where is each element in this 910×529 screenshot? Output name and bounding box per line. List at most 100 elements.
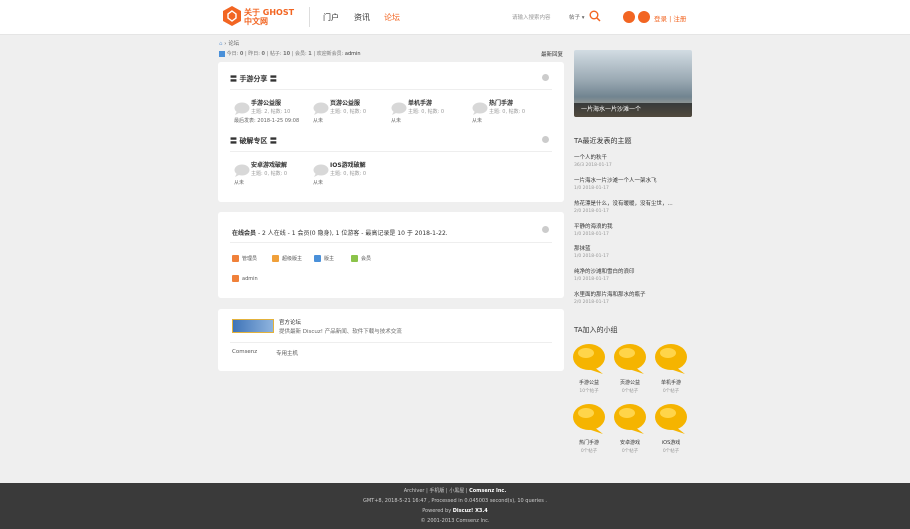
search-scope-select[interactable]: 帖子 ▾ <box>569 13 585 21</box>
search-icon[interactable] <box>589 10 601 22</box>
recent-thread[interactable]: 一片海水一片沙滩一个人一架水飞 1/0 2018-01-17 <box>574 176 694 191</box>
forum-name[interactable]: 热门手游 <box>489 98 513 107</box>
group-item[interactable]: iOS游戏 0个帖子 <box>653 403 689 454</box>
forum-item[interactable]: 页游公益服 主题: 0, 帖数: 0 从未 <box>313 98 393 128</box>
discuz-banner-logo[interactable] <box>232 319 274 333</box>
online-user-name[interactable]: admin <box>242 276 258 282</box>
recent-thread[interactable]: 纯净的沙滩和雪白的浪印 1/0 2018-01-17 <box>574 267 694 282</box>
legend-admin-label: 管理员 <box>242 256 258 262</box>
forum-stat: 主题: 0, 帖数: 0 <box>489 109 526 115</box>
home-icon[interactable]: ⌂ <box>219 41 223 47</box>
group-item[interactable]: 单机手游 0个帖子 <box>653 343 689 394</box>
group-name[interactable]: iOS游戏 <box>653 439 689 446</box>
forum-item[interactable]: 手游公益服 主题: 2, 帖数: 10 最后发表: 2018-1-25 09:0… <box>234 98 314 128</box>
forum-item[interactable]: 热门手游 主题: 0, 帖数: 0 从未 <box>472 98 552 128</box>
featured-link-desc: 提供最新 Discuz! 产品新闻、软件下载与技术交流 <box>279 329 402 335</box>
recent-thread[interactable]: 那抹蓝 1/0 2018-01-17 <box>574 244 694 259</box>
thread-meta: 1/0 2018-01-17 <box>574 232 609 237</box>
group-name[interactable]: 手游公益 <box>571 379 607 386</box>
category-title-text: 手游分享 <box>239 75 268 83</box>
group-name[interactable]: 页游公益 <box>612 379 648 386</box>
forum-stat: 主题: 0, 帖数: 0 <box>251 171 288 177</box>
search-input[interactable]: 请输入搜索内容 <box>512 13 551 21</box>
member-role-icon <box>351 255 358 262</box>
group-item[interactable]: 热门手游 0个帖子 <box>571 403 607 454</box>
forum-last-post[interactable]: 最后发表: 2018-1-25 09:08 <box>234 117 299 124</box>
thread-title[interactable]: 纯净的沙滩和雪白的浪印 <box>574 267 694 275</box>
forum-name[interactable]: 单机手游 <box>408 98 432 107</box>
thread-title[interactable]: 水里面的那片海和那水的瓶子 <box>574 290 694 298</box>
group-bubble-icon <box>573 344 605 374</box>
collapse-toggle-icon[interactable] <box>542 74 549 81</box>
thread-title[interactable]: 平静的海浪的我 <box>574 222 694 230</box>
forum-name[interactable]: 页游公益服 <box>330 98 360 107</box>
collapse-toggle-icon[interactable] <box>542 226 549 233</box>
legend-admin: 管理员 <box>232 255 257 262</box>
forum-item[interactable]: 单机手游 主题: 0, 帖数: 0 从未 <box>391 98 471 128</box>
collapse-toggle-icon[interactable] <box>542 136 549 143</box>
stat-posts-label: 帖子: <box>269 51 282 57</box>
group-bubble-icon <box>614 344 646 374</box>
recent-thread[interactable]: 热花漂是什么，没有暖暖，没有尘世，... 2/0 2018-01-17 <box>574 199 694 214</box>
forum-bubble-icon <box>472 102 488 115</box>
group-count: 0个帖子 <box>580 449 598 454</box>
newest-member-link[interactable]: admin <box>345 51 361 57</box>
thread-title[interactable]: 一个人的秋千 <box>574 153 694 161</box>
latest-reply-link[interactable]: 最新回复 <box>541 50 563 58</box>
powered-link[interactable]: Discuz! X3.4 <box>453 508 488 514</box>
recent-thread[interactable]: 水里面的那片海和那水的瓶子 2/0 2018-01-17 <box>574 290 694 305</box>
text-link-hosting[interactable]: 专用主机 <box>276 349 298 357</box>
thread-title[interactable]: 那抹蓝 <box>574 244 694 252</box>
category-title[interactable]: 〓 破解专区 〓 <box>230 136 277 146</box>
thread-title[interactable]: 热花漂是什么，没有暖暖，没有尘世，... <box>574 199 694 207</box>
header-divider <box>309 7 310 27</box>
hexagon-logo-icon[interactable] <box>223 6 241 26</box>
footer-nav-links[interactable]: Archiver | 手机版 | 小黑屋 | <box>404 488 468 494</box>
thread-meta: 1/0 2018-01-17 <box>574 277 609 282</box>
group-name[interactable]: 热门手游 <box>571 439 607 446</box>
online-user[interactable]: admin <box>232 275 258 282</box>
login-link[interactable]: 登录 <box>654 15 667 23</box>
featured-link-title[interactable]: 官方论坛 <box>279 318 301 326</box>
forum-item[interactable]: IOS游戏破解 主题: 0, 帖数: 0 从未 <box>313 160 393 190</box>
online-summary: 在线会员 - 2 人在线 - 1 会员(0 隐身), 1 位游客 - 最高记录是… <box>232 228 448 237</box>
group-name[interactable]: 单机手游 <box>653 379 689 386</box>
group-name[interactable]: 安卓游戏 <box>612 439 648 446</box>
thread-meta: 1/0 2018-01-17 <box>574 254 609 259</box>
recent-thread[interactable]: 一个人的秋千 36/3 2018-01-17 <box>574 153 694 168</box>
group-item[interactable]: 手游公益 10个帖子 <box>571 343 607 394</box>
thread-meta: 2/0 2018-01-17 <box>574 300 609 305</box>
photo-caption[interactable]: 一片海水一片沙滩一个 <box>574 103 692 117</box>
legend-member-label: 会员 <box>361 256 372 262</box>
forum-last-post: 从未 <box>313 118 324 124</box>
group-bubble-icon <box>655 404 687 434</box>
online-members-panel: 在线会员 - 2 人在线 - 1 会员(0 隐身), 1 位游客 - 最高记录是… <box>218 212 564 298</box>
forum-name[interactable]: IOS游戏破解 <box>330 160 366 169</box>
forum-name[interactable]: 手游公益服 <box>251 98 281 107</box>
nav-forum[interactable]: 论坛 <box>384 12 400 23</box>
thread-title[interactable]: 一片海水一片沙滩一个人一架水飞 <box>574 176 694 184</box>
text-link-comsenz[interactable]: Comsenz <box>232 349 257 355</box>
user-icon[interactable] <box>638 11 650 23</box>
breadcrumb-forum[interactable]: 论坛 <box>228 41 239 47</box>
forum-item[interactable]: 安卓游戏破解 主题: 0, 帖数: 0 从未 <box>234 160 314 190</box>
recent-threads-title: TA最近发表的主题 <box>574 137 632 145</box>
nav-portal[interactable]: 门户 <box>323 12 339 23</box>
forum-stat: 主题: 0, 帖数: 0 <box>408 109 445 115</box>
recent-thread[interactable]: 平静的海浪的我 1/0 2018-01-17 <box>574 222 694 237</box>
online-title[interactable]: 在线会员 <box>232 230 256 237</box>
featured-photo[interactable]: 一片海水一片沙滩一个 <box>574 50 692 117</box>
forum-last-post: 从未 <box>234 180 245 186</box>
group-item[interactable]: 页游公益 0个帖子 <box>612 343 648 394</box>
register-link[interactable]: 注册 <box>673 15 686 23</box>
forum-bubble-icon <box>313 164 329 177</box>
stat-posts: 10 <box>283 51 291 57</box>
chat-icon[interactable] <box>623 11 635 23</box>
forum-name[interactable]: 安卓游戏破解 <box>251 160 287 169</box>
category-title[interactable]: 〓 手游分享 〓 <box>230 74 277 84</box>
nav-news[interactable]: 资讯 <box>354 12 370 23</box>
site-logo-text[interactable]: 关于 GHOST 中文网 <box>244 8 294 26</box>
group-count: 0个帖子 <box>662 389 680 394</box>
group-item[interactable]: 安卓游戏 0个帖子 <box>612 403 648 454</box>
footer-company[interactable]: Comsenz Inc. <box>469 488 506 494</box>
